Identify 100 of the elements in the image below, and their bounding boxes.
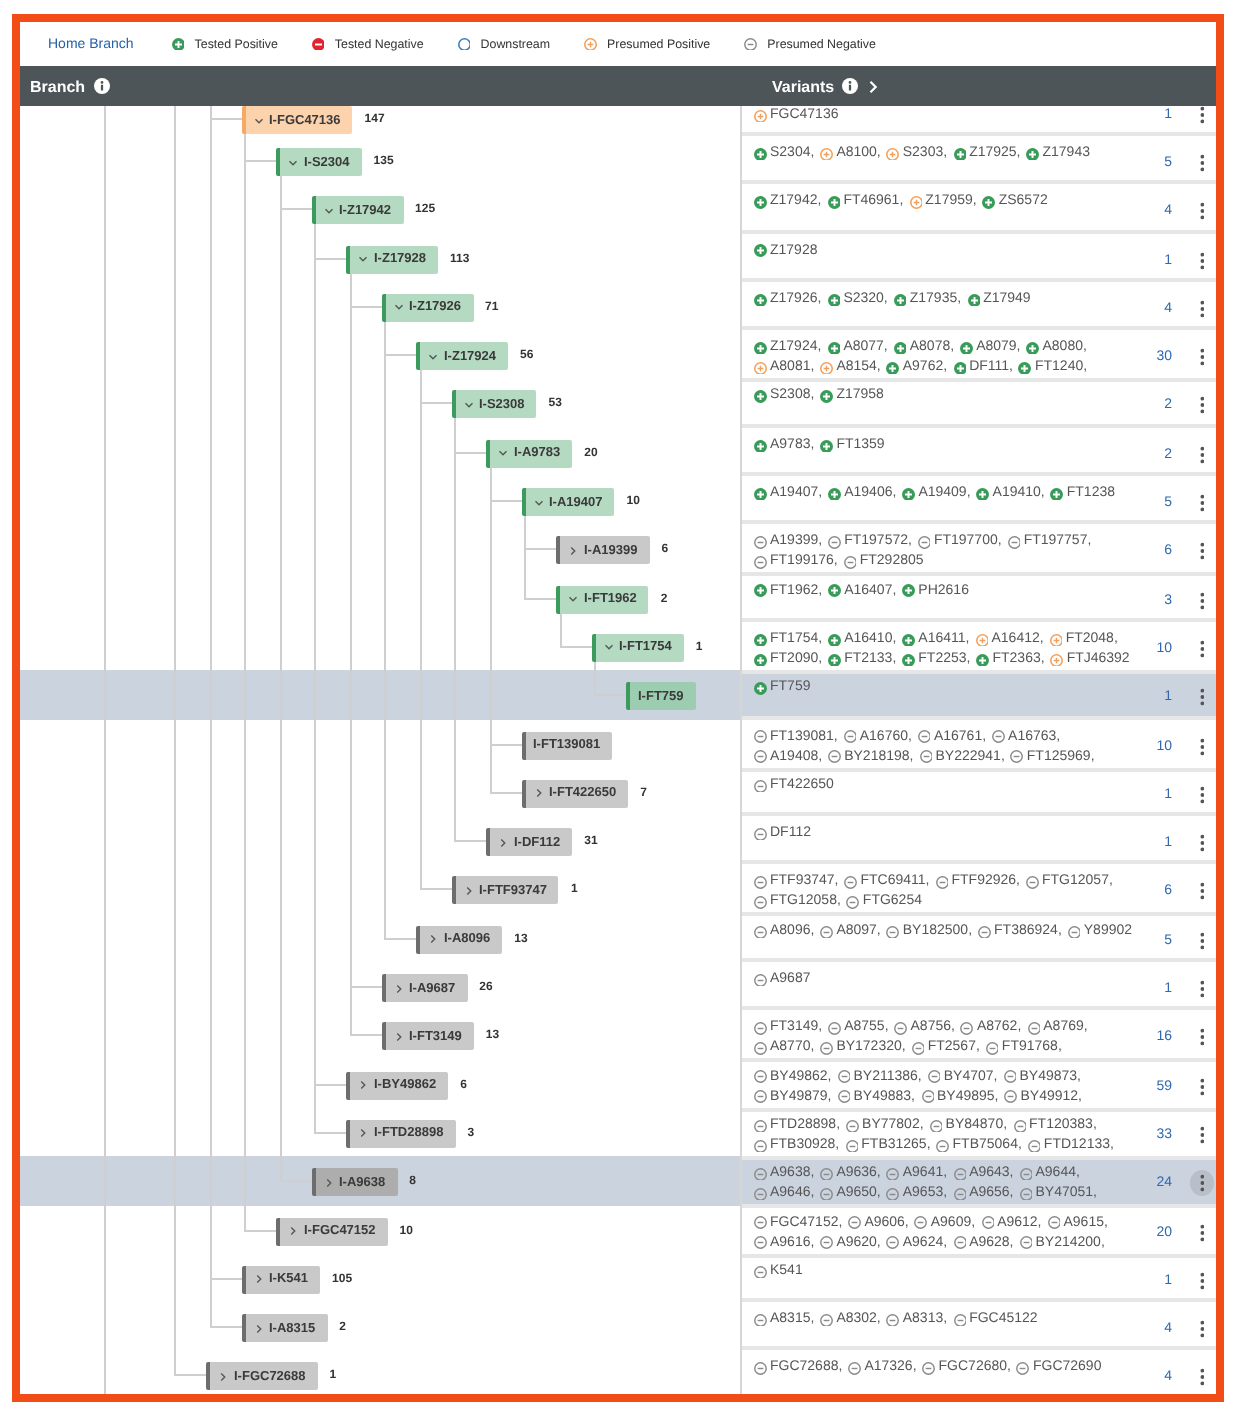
filled-plus-circle-icon [827,341,841,355]
plus-circle-icon [886,147,900,161]
vertical-dots-icon [1199,591,1205,610]
vertical-dots-icon [1199,834,1205,853]
chevron-right-icon[interactable] [428,934,438,945]
tree-line [489,467,491,477]
minus-circle-icon [922,1362,936,1376]
chevron-down-icon[interactable] [288,157,298,167]
minus-circle-icon [927,1070,941,1084]
chevron-down-icon[interactable] [568,594,578,605]
minus-circle-icon [1019,1187,1033,1201]
minus-circle-icon [936,1139,950,1153]
minus-circle-icon [953,1187,967,1201]
chevron-right-icon[interactable] [358,1128,368,1139]
minus-circle-icon [848,1216,862,1230]
minus-circle-icon [828,1022,842,1036]
tree-line [279,176,281,185]
vertical-dots-icon [1199,785,1205,804]
filled-plus-circle-icon [1018,361,1032,375]
minus-circle-icon [754,1090,767,1104]
chevron-right-icon[interactable] [533,788,543,799]
chevron-down-icon[interactable] [498,448,508,459]
minus-circle-icon [1047,1216,1061,1230]
minus-circle-icon [981,1216,995,1230]
minus-circle-icon [985,1042,999,1056]
minus-circle-icon [754,1119,767,1133]
chevron-right-icon[interactable] [253,1274,263,1285]
chevron-right-icon[interactable] [393,983,403,994]
minus-circle-icon [917,536,931,550]
filled-plus-circle-icon [893,341,907,355]
minus-circle-icon [1027,1022,1041,1036]
minus-circle-icon [754,973,767,987]
filled-plus-circle-icon [827,293,841,307]
filled-plus-circle-icon [754,244,767,258]
chevron-down-icon[interactable] [393,302,403,313]
filled-plus-circle-icon [953,147,967,161]
chevron-down-icon[interactable] [428,351,438,362]
plus-circle-icon [1049,633,1063,647]
chevron-right-icon[interactable] [288,1226,298,1237]
chevron-right-icon[interactable] [253,1323,263,1334]
vertical-dots-icon [1199,299,1205,318]
plus-circle-icon [975,633,989,647]
column-header: Variants [772,77,835,95]
chevron-down-icon[interactable] [323,205,333,216]
minus-circle-icon [953,1313,967,1327]
filled-plus-circle-icon [820,439,834,453]
minus-circle-icon [886,925,900,938]
chevron-right-icon[interactable] [463,885,473,896]
minus-circle-icon [960,1022,974,1036]
filled-plus-circle-icon [960,341,974,355]
filled-plus-circle-icon [902,633,916,647]
chevron-down-icon[interactable] [253,115,263,126]
minus-circle-icon [754,827,767,841]
minus-circle-icon [754,896,767,910]
circle-icon [457,37,471,51]
filled-plus-circle-icon [967,293,981,307]
filled-plus-circle-icon [754,487,767,501]
chevron-down-icon[interactable] [358,254,368,265]
chevron-right-icon[interactable] [323,1177,333,1188]
minus-circle-icon [914,1216,928,1230]
minus-circle-icon [820,1167,834,1181]
minus-circle-icon [886,1236,900,1250]
vertical-dots-icon [1199,688,1205,707]
vertical-dots-icon [1199,202,1205,221]
minus-circle-icon [754,1042,767,1056]
filled-plus-circle-icon [754,293,767,307]
chevron-right-icon[interactable] [498,837,508,848]
minus-circle-icon [1013,1119,1027,1133]
filled-plus-circle-icon [953,361,967,375]
vertical-dots-icon [1199,396,1205,415]
tree-line [559,613,561,622]
filled-plus-circle-icon [976,653,990,667]
tree-line [314,224,316,234]
filled-plus-circle-icon [754,682,767,696]
info-icon[interactable] [93,78,110,94]
minus-circle-icon [1007,536,1021,550]
minus-circle-icon [843,730,857,744]
chevron-down-icon[interactable] [603,642,613,653]
filled-plus-circle-icon [828,653,842,667]
chevron-down-icon[interactable] [463,399,473,410]
filled-plus-circle-icon [754,584,767,598]
minus-circle-icon [828,750,842,764]
chevron-right-icon[interactable] [218,1371,228,1382]
filled-plus-circle-icon [827,196,841,210]
filled-plus-circle-icon [893,293,907,307]
plus-circle-icon [584,37,598,51]
info-icon[interactable] [842,78,859,94]
chevron-right-icon[interactable] [358,1080,368,1091]
chevron-down-icon[interactable] [533,497,543,508]
minus-circle-icon [846,896,860,910]
minus-circle-icon [837,1070,851,1084]
minus-circle-icon [1019,1167,1033,1181]
plus-circle-icon [1050,653,1064,667]
filled-plus-circle-icon [886,361,900,375]
chevron-right-icon[interactable] [393,1031,403,1042]
minus-circle-icon [754,730,767,744]
vertical-dots-icon [1199,1174,1205,1193]
filled-plus-circle-icon [828,584,842,598]
chevron-right-icon[interactable] [568,545,578,556]
row-menu-button[interactable] [1190,1170,1214,1197]
